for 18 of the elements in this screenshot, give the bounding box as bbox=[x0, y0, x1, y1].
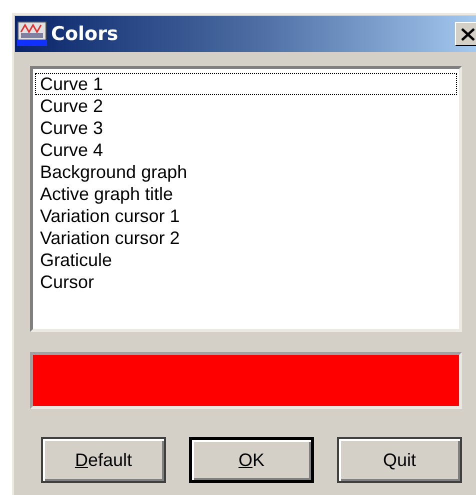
list-item[interactable]: Graticule bbox=[35, 249, 457, 271]
list-item[interactable]: Cursor bbox=[35, 271, 457, 293]
close-button[interactable] bbox=[455, 22, 476, 46]
list-item[interactable]: Curve 4 bbox=[35, 139, 457, 161]
close-icon bbox=[461, 28, 475, 40]
dialog-button[interactable]: OK bbox=[189, 437, 314, 483]
list-item[interactable]: Active graph title bbox=[35, 183, 457, 205]
list-item[interactable]: Curve 1 bbox=[35, 73, 457, 95]
list-item[interactable]: Background graph bbox=[35, 161, 457, 183]
dialog-button[interactable]: Quit bbox=[337, 437, 462, 483]
list-item[interactable]: Curve 2 bbox=[35, 95, 457, 117]
list-box[interactable]: Curve 1 Curve 2 Curve 3 Curve 4 Background graph Active graph title Variation cursor 1 Variation cursor 2 Graticule Cursor bbox=[30, 66, 462, 332]
list-item[interactable]: Variation cursor 1 bbox=[35, 205, 457, 227]
dialog-button[interactable]: Default bbox=[41, 437, 166, 483]
list-item[interactable]: Variation cursor 2 bbox=[35, 227, 457, 249]
list-item[interactable]: Curve 3 bbox=[35, 117, 457, 139]
app-icon bbox=[17, 20, 47, 48]
window-title: Colors bbox=[51, 22, 118, 47]
